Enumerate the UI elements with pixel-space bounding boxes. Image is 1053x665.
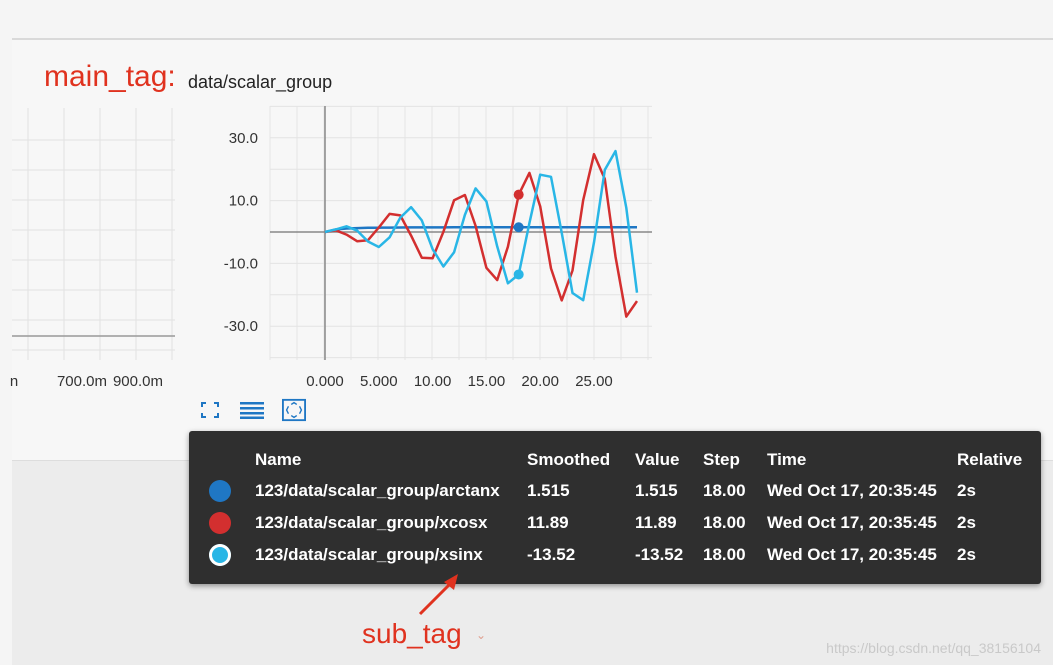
sub-tag-annotation: sub_tag xyxy=(362,618,462,649)
watermark: https://blog.csdn.net/qq_38156104 xyxy=(826,640,1041,656)
annotation-arrow xyxy=(418,574,458,616)
chevron-down-icon: ⌄ xyxy=(476,628,487,642)
